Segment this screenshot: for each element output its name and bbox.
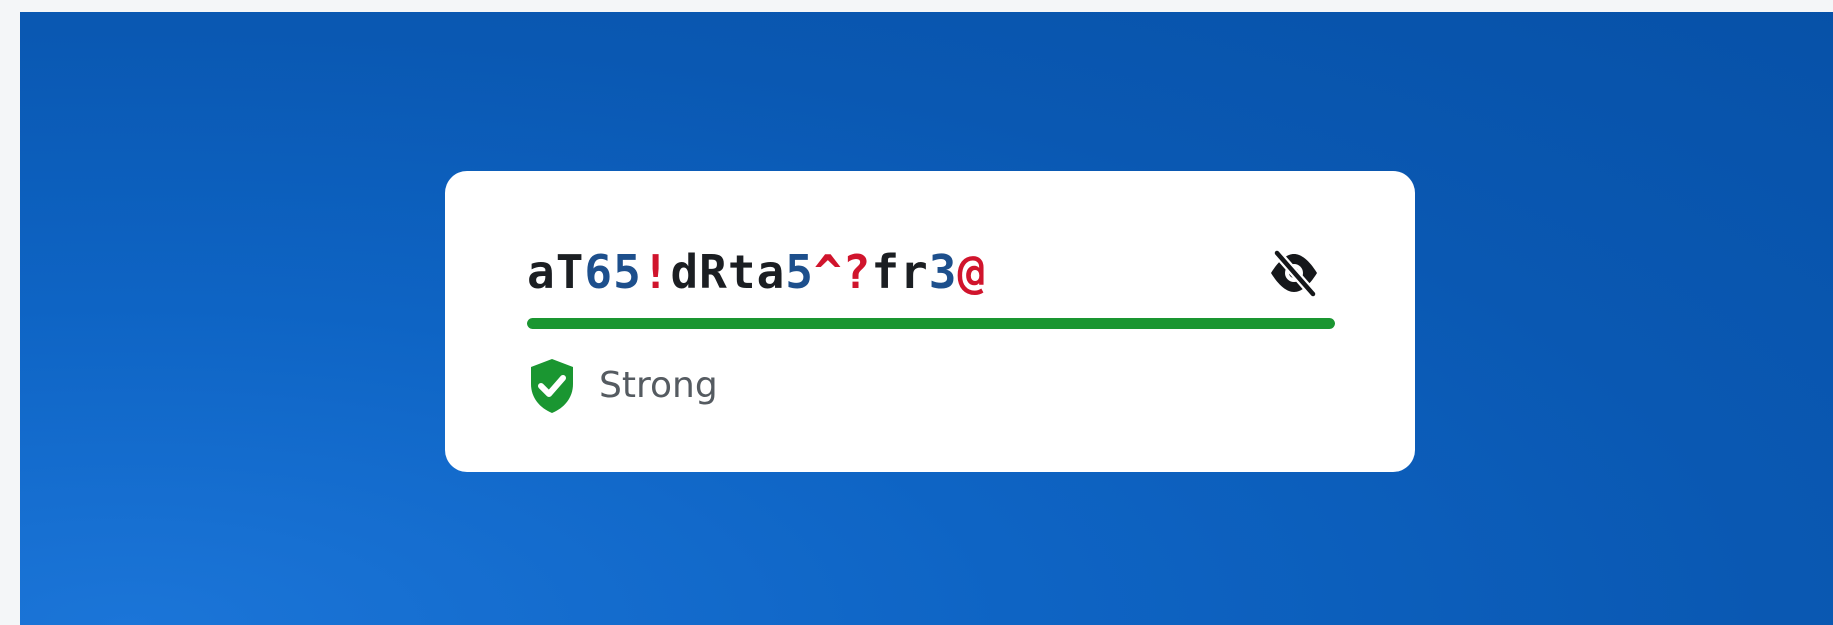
password-field-card: aT65!dRta5^?fr3@ Strong xyxy=(445,171,1415,472)
password-segment-digit: 5 xyxy=(785,245,814,299)
strength-label: Strong xyxy=(599,365,718,406)
background-panel: aT65!dRta5^?fr3@ Strong xyxy=(20,12,1833,625)
password-segment-symbol: ! xyxy=(641,245,671,299)
password-segment-letter: aT xyxy=(527,245,585,299)
toggle-visibility-button[interactable] xyxy=(1268,249,1320,297)
password-segment-letter: fr xyxy=(871,245,929,299)
strength-meter-fill xyxy=(527,318,1335,329)
strength-meter xyxy=(527,318,1335,329)
password-segment-letter: dRta xyxy=(670,245,786,299)
password-segment-digit: 3 xyxy=(928,245,958,299)
password-segment-symbol: @ xyxy=(957,245,987,299)
shield-check-icon xyxy=(531,359,573,413)
password-input[interactable]: aT65!dRta5^?fr3@ xyxy=(527,237,986,307)
password-segment-digit: 65 xyxy=(584,245,642,299)
eye-slash-icon xyxy=(1271,249,1318,297)
password-segment-symbol: ^? xyxy=(813,245,872,299)
strength-indicator: Strong xyxy=(527,356,718,416)
